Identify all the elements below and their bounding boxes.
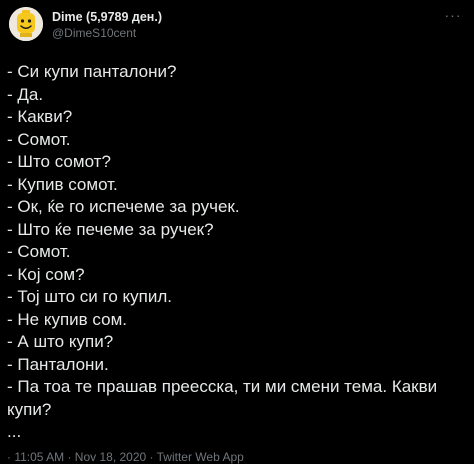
tweet-text-line: - Не купив сом. [7, 309, 127, 329]
tweet-text-line: - Какви? [7, 107, 73, 126]
author-avatar[interactable] [9, 7, 43, 41]
tweet-author: Dime (5,9789 ден.) @DimeS10cent [52, 10, 162, 41]
author-handle[interactable]: @DimeS10cent [52, 26, 162, 41]
tweet-text-line: - Кој сом? [7, 264, 85, 284]
tweet-text-line: ... [7, 422, 22, 441]
tweet-text-line: - Сомот. [7, 242, 71, 261]
lego-head-avatar-icon [9, 7, 43, 41]
tweet-text-line: - Сомот. [7, 129, 71, 149]
author-display-name[interactable]: Dime (5,9789 ден.) [52, 10, 162, 25]
tweet-text-line: - Тој што си го купил. [7, 287, 173, 306]
tweet-text-line: - Што ќе печеме за ручек? [7, 219, 214, 239]
tweet-text-line: - Ок, ќе го испечеме за ручек. [7, 197, 240, 216]
tweet-text-line: - Панталони. [7, 354, 109, 374]
tweet-card: Dime (5,9789 ден.) @DimeS10cent ··· - Си… [0, 0, 474, 464]
tweet-text-line: - Па тоа те прашав преесска, ти ми смени… [7, 377, 438, 419]
tweet-text-line: - А што купи? [7, 332, 114, 351]
more-options-icon[interactable]: ··· [442, 8, 464, 26]
tweet-text-line: - Да. [7, 84, 44, 104]
tweet-text-line: - Што сомот? [7, 152, 111, 171]
tweet-text-line: - Купив сомот. [7, 174, 118, 194]
tweet-text: - Си купи панталони? - Да. - Какви? - Сомот… [7, 61, 467, 444]
tweet-text-line: - Си купи панталони? [7, 62, 177, 81]
